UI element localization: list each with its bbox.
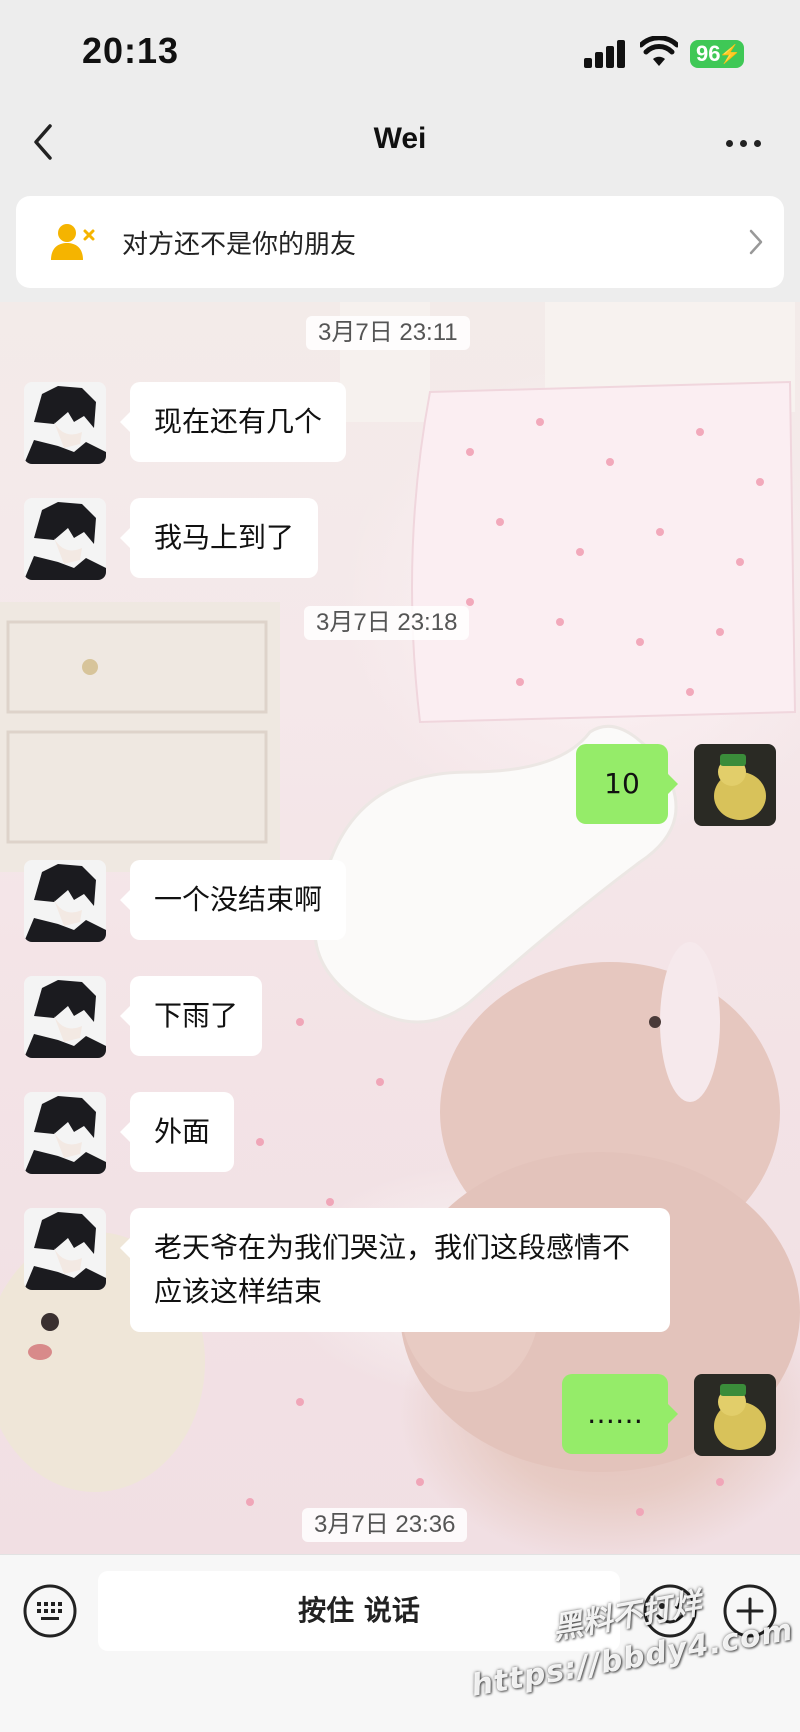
avatar-image (694, 744, 776, 826)
battery-level: 96 (696, 41, 721, 66)
contact-avatar[interactable] (24, 976, 106, 1058)
avatar-image (24, 1208, 106, 1290)
ellipsis-icon[interactable] (722, 130, 766, 154)
chat-area[interactable]: 3月7日 23:11 现在还有几个 我马上到了 3月7日 23:18 10 一个… (0, 302, 800, 1554)
status-bar: 20:13 96 ⚡ (0, 0, 800, 100)
user-x-icon (51, 224, 95, 260)
my-message-bubble[interactable]: …… (562, 1374, 678, 1454)
chevron-right-icon (749, 229, 763, 255)
charging-bolt-icon: ⚡ (718, 44, 741, 64)
message-bubble[interactable]: 一个没结束啊 (119, 860, 347, 940)
signal-icon (584, 40, 626, 68)
friend-notice-text: 对方还不是你的朋友 (122, 230, 357, 260)
message-bubble[interactable]: 外面 (119, 1092, 235, 1172)
status-time: 20:13 (82, 30, 180, 71)
chat-title: Wei (373, 122, 427, 155)
contact-avatar[interactable] (24, 498, 106, 580)
message-bubble[interactable]: 老天爷在为我们哭泣，我们这段感情不应该这样结束 (120, 1208, 670, 1332)
my-avatar[interactable] (694, 1374, 776, 1456)
timestamp: 3月7日 23:36 (302, 1508, 468, 1542)
contact-avatar[interactable] (24, 1092, 106, 1174)
battery-icon: 96 ⚡ (690, 40, 744, 68)
chat-background-image (0, 302, 800, 1516)
contact-avatar[interactable] (24, 860, 106, 942)
avatar-image (694, 1374, 776, 1456)
contact-avatar[interactable] (24, 1208, 106, 1290)
timestamp: 3月7日 23:11 (306, 316, 470, 350)
nav-bar: Wei (0, 100, 800, 186)
my-message-bubble[interactable]: 10 (576, 744, 678, 824)
wifi-icon (640, 36, 678, 66)
keyboard-icon[interactable] (22, 1583, 78, 1639)
avatar-image (24, 976, 106, 1058)
message-bubble[interactable]: 下雨了 (119, 976, 263, 1056)
avatar-image (24, 1092, 106, 1174)
notice-strip: 对方还不是你的朋友 (0, 186, 800, 302)
message-bubble[interactable]: 我马上到了 (119, 498, 319, 578)
message-bubble[interactable]: 现在还有几个 (119, 382, 347, 462)
avatar-image (24, 382, 106, 464)
my-avatar[interactable] (694, 744, 776, 826)
avatar-image (24, 860, 106, 942)
friend-notice-banner[interactable]: 对方还不是你的朋友 (16, 196, 784, 288)
contact-avatar[interactable] (24, 382, 106, 464)
avatar-image (24, 498, 106, 580)
timestamp: 3月7日 23:18 (304, 606, 470, 640)
